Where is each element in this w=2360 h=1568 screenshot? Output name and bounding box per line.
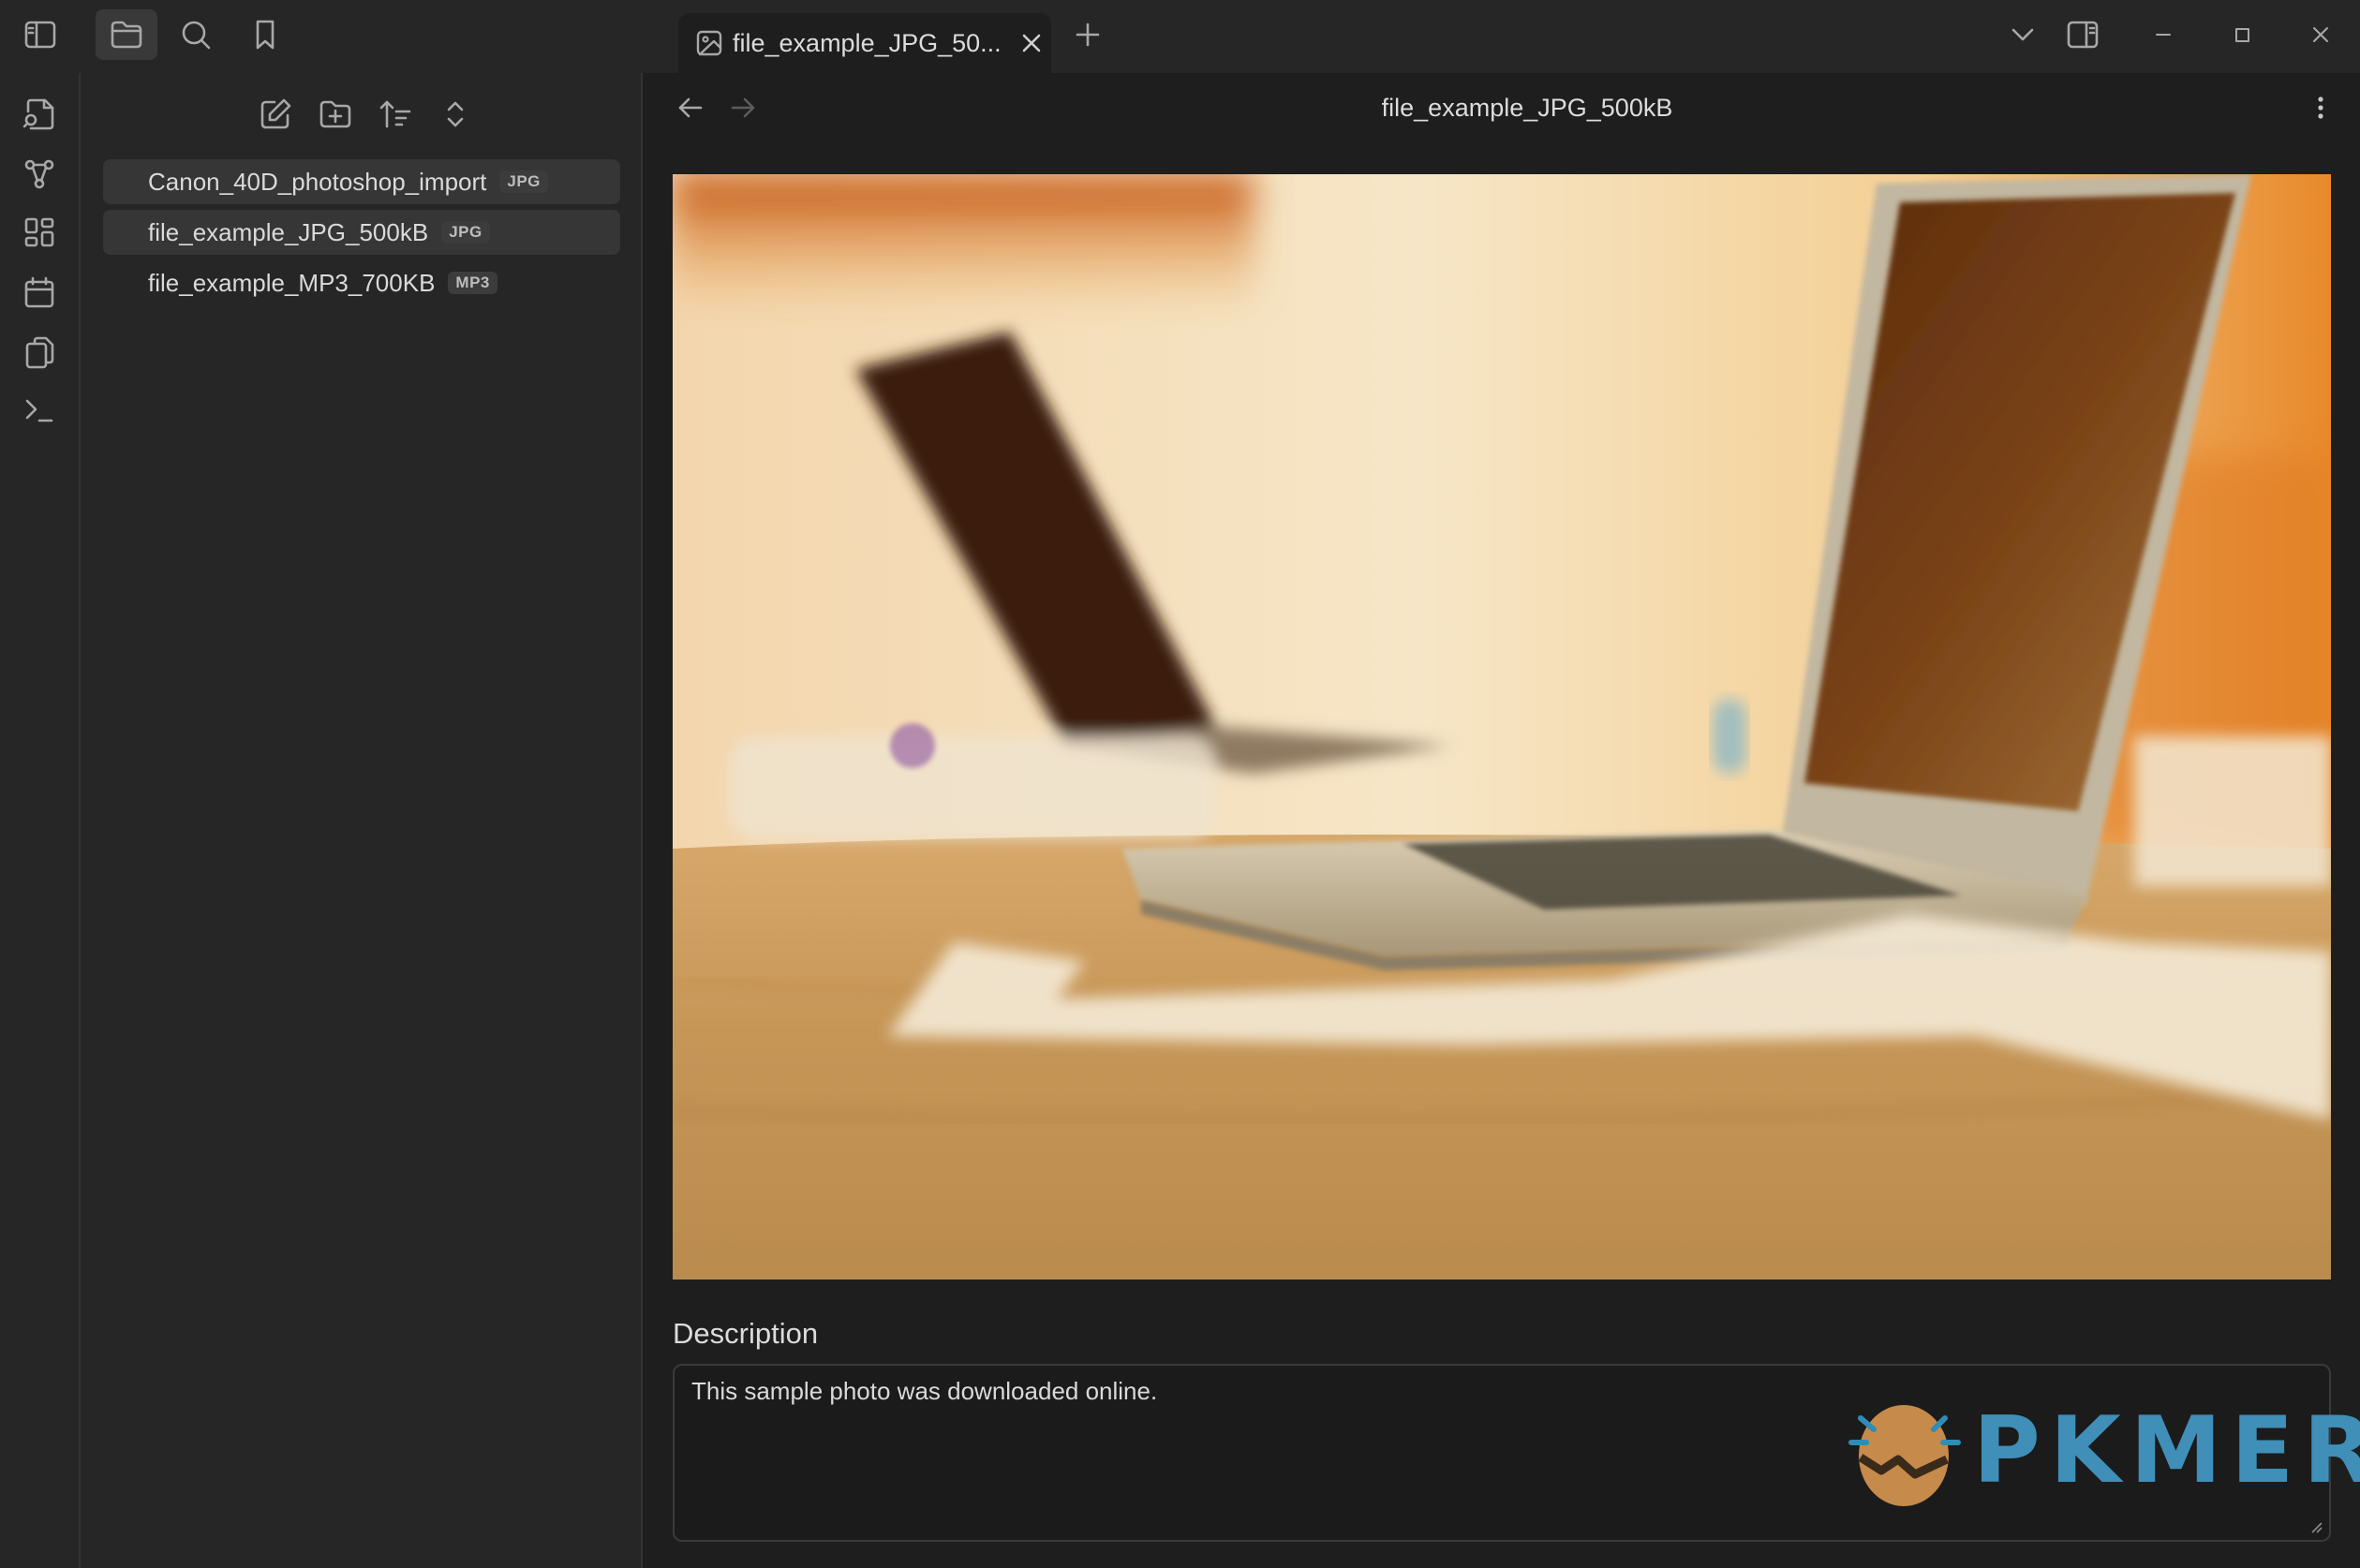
image-file-icon	[696, 30, 722, 56]
pkmer-logo-icon	[1848, 1405, 1961, 1506]
minimize-window-button[interactable]	[2132, 9, 2194, 60]
resize-handle-icon[interactable]	[2310, 1521, 2323, 1534]
tab-file-example-jpg[interactable]: file_example_JPG_50...	[678, 13, 1051, 73]
maximize-window-button[interactable]	[2211, 9, 2273, 60]
pkmer-watermark: PKMER	[1842, 1390, 2360, 1512]
new-tab-button[interactable]	[1057, 9, 1119, 60]
more-options-button[interactable]	[2307, 90, 2335, 126]
view-header: file_example_JPG_500kB	[643, 73, 2360, 144]
laptop-photo	[673, 174, 2331, 1280]
description-label: Description	[673, 1317, 819, 1350]
file-search-icon	[22, 98, 54, 130]
sort-icon	[379, 100, 411, 128]
sidebar-right-icon	[2067, 21, 2099, 49]
copy-icon	[25, 336, 54, 369]
left-ribbon	[0, 73, 81, 1568]
dashboard-icon	[24, 217, 54, 247]
canvas-button[interactable]	[17, 210, 62, 255]
folder-icon	[111, 21, 142, 49]
folder-plus-icon	[319, 100, 351, 128]
search-icon	[182, 21, 211, 50]
terminal-icon	[25, 399, 53, 422]
chevrons-up-down-icon	[447, 101, 464, 127]
templates-button[interactable]	[17, 330, 62, 375]
file-name: Canon_40D_photoshop_import	[148, 167, 487, 196]
pkmer-watermark-text: PKMER	[1973, 1398, 2360, 1504]
bookmark-icon	[256, 20, 275, 50]
bookmarks-tab-button[interactable]	[234, 9, 296, 60]
close-window-button[interactable]	[2290, 9, 2352, 60]
file-name: file_example_JPG_500kB	[148, 217, 429, 246]
chevron-down-icon	[2011, 28, 2034, 41]
close-icon[interactable]	[1018, 30, 1045, 56]
new-note-button[interactable]	[251, 92, 300, 137]
title-bar: file_example_JPG_50...	[0, 0, 2360, 73]
file-item-mp3-700kb[interactable]: file_example_MP3_700KB MP3	[103, 260, 620, 305]
maximize-icon	[2235, 28, 2249, 42]
graph-icon	[24, 159, 54, 189]
file-explorer-panel: Canon_40D_photoshop_import JPG file_exam…	[81, 73, 643, 1568]
sidebar-left-icon	[24, 21, 56, 49]
file-name: file_example_MP3_700KB	[148, 268, 436, 297]
plus-icon	[1076, 22, 1100, 47]
file-extension-badge: MP3	[448, 272, 497, 294]
file-extension-badge: JPG	[441, 221, 490, 244]
description-textarea[interactable]: This sample photo was downloaded online.…	[673, 1364, 2360, 1542]
tab-title: file_example_JPG_50...	[733, 28, 1000, 57]
close-icon	[2313, 27, 2328, 42]
search-tab-button[interactable]	[165, 9, 227, 60]
toggle-right-sidebar-button[interactable]	[2052, 9, 2114, 60]
command-palette-button[interactable]	[17, 388, 62, 433]
view-title: file_example_JPG_500kB	[1381, 94, 1673, 122]
edit-icon	[260, 98, 291, 129]
graph-view-button[interactable]	[17, 152, 62, 197]
tab-list-button[interactable]	[1992, 9, 2054, 60]
more-vertical-icon	[2318, 96, 2323, 119]
daily-note-button[interactable]	[17, 270, 62, 315]
calendar-icon	[24, 276, 54, 308]
description-text: This sample photo was downloaded online.	[691, 1377, 1158, 1405]
collapse-all-button[interactable]	[431, 92, 480, 137]
file-explorer-tab-button[interactable]	[96, 9, 157, 60]
main-view: file_example_JPG_500kB Description This …	[643, 73, 2360, 1568]
new-folder-button[interactable]	[311, 92, 360, 137]
file-extension-badge: JPG	[499, 170, 548, 193]
image-preview	[673, 174, 2331, 1280]
toggle-left-sidebar-button[interactable]	[9, 9, 71, 60]
file-item-jpg-500kb[interactable]: file_example_JPG_500kB JPG	[103, 210, 620, 255]
sort-order-button[interactable]	[371, 92, 420, 137]
file-item-canon[interactable]: Canon_40D_photoshop_import JPG	[103, 159, 620, 204]
minimize-icon	[2156, 34, 2171, 36]
quick-switcher-button[interactable]	[17, 92, 62, 137]
